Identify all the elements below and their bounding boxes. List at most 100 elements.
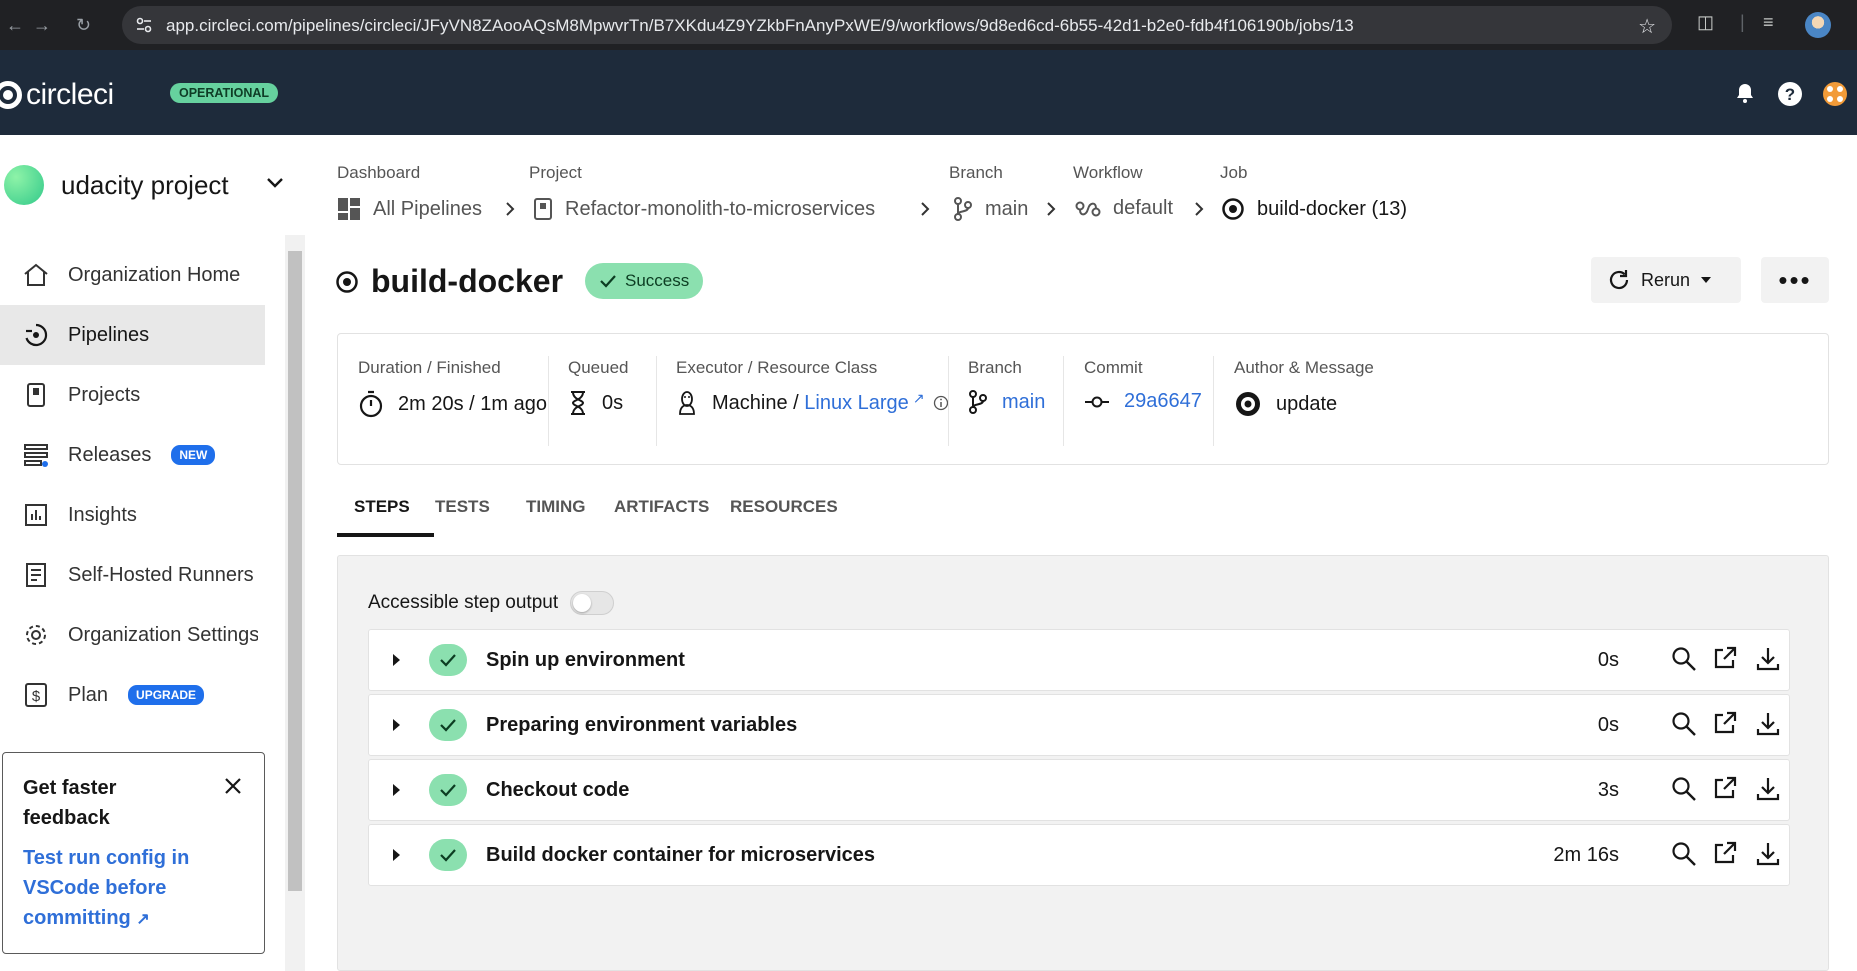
site-settings-icon[interactable] bbox=[134, 15, 154, 35]
sidebar-item-insights[interactable]: Insights bbox=[0, 485, 265, 545]
sidebar-item-label: Self-Hosted Runners bbox=[68, 563, 254, 586]
external-link-icon: ↗ bbox=[912, 390, 925, 406]
scroll-thumb[interactable] bbox=[288, 251, 302, 891]
sidebar-item-projects[interactable]: Projects bbox=[0, 365, 265, 425]
org-switcher[interactable]: udacity project bbox=[4, 165, 229, 205]
breadcrumb-label-dashboard: Dashboard bbox=[337, 163, 421, 182]
summary-label: Executor / Resource Class bbox=[676, 358, 878, 377]
sidebar-item-self-hosted-runners[interactable]: Self-Hosted Runners bbox=[0, 545, 265, 605]
status-badge[interactable]: OPERATIONAL bbox=[170, 83, 279, 103]
rerun-button[interactable]: Rerun bbox=[1591, 257, 1741, 303]
info-icon[interactable] bbox=[933, 395, 949, 411]
promo-link[interactable]: Test run config in VSCode before committ… bbox=[23, 843, 244, 935]
external-link-icon: ↗ bbox=[136, 911, 150, 928]
chevron-down-icon[interactable] bbox=[266, 177, 284, 189]
summary-value: update bbox=[1234, 390, 1374, 418]
org-name: udacity project bbox=[61, 169, 229, 200]
app-header: circleci OPERATIONAL ? bbox=[0, 50, 1857, 135]
circleci-logo[interactable]: circleci bbox=[0, 78, 114, 112]
breadcrumb-workflow[interactable]: default bbox=[1075, 197, 1173, 220]
home-icon bbox=[22, 261, 50, 289]
sidebar-item-label: Releases bbox=[68, 443, 152, 466]
tab-timing[interactable]: TIMING bbox=[526, 497, 586, 517]
download-icon[interactable] bbox=[1755, 841, 1781, 867]
breadcrumb-label-workflow: Workflow bbox=[1073, 163, 1143, 182]
expand-caret-icon[interactable] bbox=[393, 849, 400, 861]
open-in-new-icon[interactable] bbox=[1713, 841, 1737, 865]
status-badge: Success bbox=[585, 263, 704, 299]
expand-caret-icon[interactable] bbox=[393, 719, 400, 731]
bookmark-star-icon[interactable]: ☆ bbox=[1638, 14, 1656, 39]
breadcrumb-all-pipelines[interactable]: All Pipelines bbox=[337, 197, 482, 221]
projects-icon bbox=[22, 381, 50, 409]
step-row[interactable]: Preparing environment variables 0s bbox=[368, 694, 1790, 756]
breadcrumb-project[interactable]: Refactor-monolith-to-microservices bbox=[533, 197, 875, 221]
summary-value: 2m 20s / 1m ago bbox=[358, 390, 547, 418]
open-in-new-icon[interactable] bbox=[1713, 646, 1737, 670]
step-name: Build docker container for microservices bbox=[486, 844, 876, 866]
media-icon[interactable]: ≡ bbox=[1763, 12, 1774, 33]
success-check-icon bbox=[429, 839, 467, 871]
accessible-output-label: Accessible step output bbox=[368, 592, 559, 613]
bell-icon[interactable] bbox=[1733, 81, 1757, 105]
upgrade-badge[interactable]: UPGRADE bbox=[128, 685, 205, 705]
job-icon bbox=[336, 270, 358, 293]
chevron-right-icon bbox=[1047, 202, 1056, 216]
step-row[interactable]: Build docker container for microservices… bbox=[368, 824, 1790, 886]
breadcrumb-text: default bbox=[1113, 197, 1174, 219]
open-in-new-icon[interactable] bbox=[1713, 711, 1737, 735]
search-icon[interactable] bbox=[1671, 646, 1697, 672]
tab-artifacts[interactable]: ARTIFACTS bbox=[614, 497, 709, 517]
search-icon[interactable] bbox=[1671, 711, 1697, 737]
sidebar-item-pipelines[interactable]: Pipelines bbox=[0, 305, 265, 365]
step-row[interactable]: Checkout code 3s bbox=[368, 759, 1790, 821]
extensions-icon[interactable]: ◫ bbox=[1697, 12, 1714, 33]
resource-class-link[interactable]: Linux Large bbox=[804, 392, 909, 415]
summary-executor: Executor / Resource Class Machine / Linu… bbox=[676, 358, 963, 416]
download-icon[interactable] bbox=[1755, 646, 1781, 672]
search-icon[interactable] bbox=[1671, 776, 1697, 802]
step-row[interactable]: Spin up environment 0s bbox=[368, 629, 1790, 691]
address-bar[interactable]: app.circleci.com/pipelines/circleci/JFyV… bbox=[122, 6, 1672, 44]
open-in-new-icon[interactable] bbox=[1713, 776, 1737, 800]
insights-icon bbox=[22, 501, 50, 529]
reload-icon[interactable]: ↻ bbox=[76, 15, 91, 35]
url-text[interactable]: app.circleci.com/pipelines/circleci/JFyV… bbox=[166, 16, 1354, 36]
commit-link[interactable]: 29a6647 bbox=[1124, 390, 1202, 413]
tab-steps[interactable]: STEPS bbox=[354, 497, 410, 517]
breadcrumb-label-project: Project bbox=[529, 163, 582, 182]
sidebar-item-organization-home[interactable]: Organization Home bbox=[0, 245, 265, 305]
sidebar-item-organization-settings[interactable]: Organization Settings bbox=[0, 605, 265, 665]
accessible-output-toggle[interactable] bbox=[570, 591, 615, 615]
rerun-label: Rerun bbox=[1641, 269, 1691, 290]
promo-link-text[interactable]: Test run config in VSCode before committ… bbox=[23, 847, 189, 929]
chevron-right-icon bbox=[1195, 202, 1204, 216]
breadcrumb-branch[interactable]: main bbox=[953, 197, 1028, 221]
summary-branch: Branch main bbox=[968, 358, 1045, 414]
expand-caret-icon[interactable] bbox=[393, 784, 400, 796]
back-icon[interactable]: ← bbox=[6, 15, 24, 35]
step-duration: 3s bbox=[1597, 779, 1619, 801]
summary-label: Branch bbox=[968, 358, 1022, 377]
sidebar-scrollbar[interactable] bbox=[285, 235, 305, 971]
sidebar-item-releases[interactable]: Releases NEW bbox=[0, 425, 265, 485]
more-actions-button[interactable]: ••• bbox=[1761, 257, 1829, 303]
close-icon[interactable] bbox=[224, 777, 242, 795]
user-avatar-icon[interactable] bbox=[1822, 81, 1848, 107]
tab-resources[interactable]: RESOURCES bbox=[730, 497, 838, 517]
download-icon[interactable] bbox=[1755, 776, 1781, 802]
help-icon[interactable]: ? bbox=[1777, 81, 1803, 107]
sidebar-item-plan[interactable]: $ Plan UPGRADE bbox=[0, 665, 265, 725]
tab-tests[interactable]: TESTS bbox=[435, 497, 490, 517]
steps-panel: Accessible step output Spin up environme… bbox=[337, 555, 1829, 971]
step-name: Checkout code bbox=[486, 779, 630, 801]
forward-icon[interactable]: → bbox=[33, 15, 51, 35]
expand-caret-icon[interactable] bbox=[393, 654, 400, 666]
breadcrumb-text: build-docker (13) bbox=[1257, 197, 1408, 220]
download-icon[interactable] bbox=[1755, 711, 1781, 737]
search-icon[interactable] bbox=[1671, 841, 1697, 867]
branch-link[interactable]: main bbox=[1002, 391, 1045, 414]
summary-label: Queued bbox=[568, 358, 629, 377]
summary-duration: Duration / Finished 2m 20s / 1m ago bbox=[358, 358, 547, 418]
profile-avatar[interactable] bbox=[1805, 12, 1831, 38]
